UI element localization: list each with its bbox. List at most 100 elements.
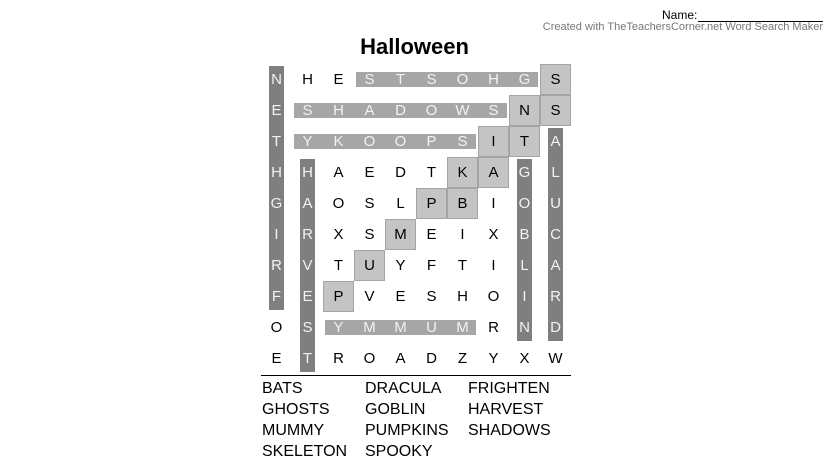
grid-letter[interactable]: T xyxy=(261,126,292,157)
grid-letter[interactable]: O xyxy=(416,95,447,126)
grid-letter[interactable]: M xyxy=(447,312,478,343)
grid-letter[interactable]: O xyxy=(261,312,292,343)
grid-letter[interactable]: V xyxy=(292,250,323,281)
grid-letter[interactable]: L xyxy=(509,250,540,281)
grid-letter[interactable]: F xyxy=(416,250,447,281)
grid-letter[interactable]: T xyxy=(509,126,540,157)
grid-letter[interactable]: S xyxy=(354,64,385,95)
grid-letter[interactable]: A xyxy=(478,157,509,188)
grid-letter[interactable]: X xyxy=(509,343,540,374)
grid-letter[interactable]: E xyxy=(354,157,385,188)
grid-letter[interactable]: F xyxy=(261,281,292,312)
grid-letter[interactable]: Y xyxy=(385,250,416,281)
grid-letter[interactable]: E xyxy=(416,219,447,250)
grid-letter[interactable]: S xyxy=(292,312,323,343)
grid-letter[interactable]: O xyxy=(354,343,385,374)
grid-letter[interactable]: R xyxy=(261,250,292,281)
grid-letter[interactable]: E xyxy=(261,95,292,126)
grid-letter[interactable]: S xyxy=(540,64,571,95)
grid-letter[interactable]: A xyxy=(540,126,571,157)
grid-letter[interactable]: U xyxy=(540,188,571,219)
grid-letter[interactable]: A xyxy=(540,250,571,281)
grid-letter[interactable]: G xyxy=(509,64,540,95)
grid-letter[interactable]: H xyxy=(447,281,478,312)
grid-letter[interactable]: R xyxy=(540,281,571,312)
grid-letter[interactable]: O xyxy=(478,281,509,312)
grid-letter[interactable]: S xyxy=(478,95,509,126)
grid-letter[interactable]: H xyxy=(478,64,509,95)
grid-letter[interactable]: D xyxy=(385,95,416,126)
grid-letter[interactable]: N xyxy=(261,64,292,95)
grid-letter[interactable]: I xyxy=(447,219,478,250)
grid-letter[interactable]: P xyxy=(416,188,447,219)
grid-letter[interactable]: S xyxy=(354,219,385,250)
grid-letter[interactable]: S xyxy=(540,95,571,126)
grid-letter[interactable]: O xyxy=(385,126,416,157)
grid-letter[interactable]: R xyxy=(323,343,354,374)
grid-letter[interactable]: I xyxy=(478,250,509,281)
grid-letter[interactable]: O xyxy=(354,126,385,157)
grid-letter[interactable]: X xyxy=(478,219,509,250)
grid-letter[interactable]: A xyxy=(385,343,416,374)
grid-letter[interactable]: M xyxy=(385,312,416,343)
grid-letter[interactable]: B xyxy=(447,188,478,219)
grid-letter[interactable]: V xyxy=(354,281,385,312)
grid-letter[interactable]: U xyxy=(416,312,447,343)
grid-letter[interactable]: C xyxy=(540,219,571,250)
grid-letter[interactable]: A xyxy=(292,188,323,219)
grid-letter[interactable]: W xyxy=(447,95,478,126)
grid-letter[interactable]: S xyxy=(416,64,447,95)
grid-letter[interactable]: D xyxy=(416,343,447,374)
grid-letter[interactable]: G xyxy=(509,157,540,188)
grid-letter[interactable]: Y xyxy=(478,343,509,374)
grid-letter[interactable]: R xyxy=(478,312,509,343)
grid-letter[interactable]: T xyxy=(385,64,416,95)
grid-letter[interactable]: I xyxy=(478,188,509,219)
grid-letter[interactable]: H xyxy=(292,64,323,95)
grid-letter[interactable]: T xyxy=(447,250,478,281)
grid-letter[interactable]: P xyxy=(323,281,354,312)
grid-letter[interactable]: E xyxy=(385,281,416,312)
grid-letter[interactable]: S xyxy=(447,126,478,157)
grid-letter[interactable]: L xyxy=(540,157,571,188)
grid-letter[interactable]: R xyxy=(292,219,323,250)
grid-letter[interactable]: S xyxy=(292,95,323,126)
grid-letter[interactable]: S xyxy=(416,281,447,312)
grid-letter[interactable]: M xyxy=(354,312,385,343)
grid-letter[interactable]: S xyxy=(354,188,385,219)
grid-letter[interactable]: I xyxy=(509,281,540,312)
grid-letter[interactable]: K xyxy=(447,157,478,188)
grid-letter[interactable]: L xyxy=(385,188,416,219)
grid-letter[interactable]: B xyxy=(509,219,540,250)
grid-letter[interactable]: O xyxy=(447,64,478,95)
grid-letter[interactable]: Z xyxy=(447,343,478,374)
grid-letter[interactable]: X xyxy=(323,219,354,250)
grid-letter[interactable]: W xyxy=(540,343,571,374)
grid-letter[interactable]: T xyxy=(323,250,354,281)
grid-letter[interactable]: K xyxy=(323,126,354,157)
grid-letter[interactable]: N xyxy=(509,312,540,343)
grid-letter[interactable]: Y xyxy=(292,126,323,157)
grid-letter[interactable]: N xyxy=(509,95,540,126)
grid-letter[interactable]: D xyxy=(540,312,571,343)
grid-letter[interactable]: H xyxy=(261,157,292,188)
grid-letter[interactable]: E xyxy=(292,281,323,312)
grid-letter[interactable]: H xyxy=(323,95,354,126)
grid-letter[interactable]: I xyxy=(261,219,292,250)
grid-letter[interactable]: A xyxy=(354,95,385,126)
grid-letter[interactable]: T xyxy=(416,157,447,188)
grid-letter[interactable]: T xyxy=(292,343,323,374)
grid-letter[interactable]: H xyxy=(292,157,323,188)
grid-letter[interactable]: I xyxy=(478,126,509,157)
grid-letter[interactable]: O xyxy=(323,188,354,219)
grid-letter[interactable]: M xyxy=(385,219,416,250)
grid-letter[interactable]: O xyxy=(509,188,540,219)
grid-letter[interactable]: G xyxy=(261,188,292,219)
grid-letter[interactable]: E xyxy=(323,64,354,95)
grid-letter[interactable]: P xyxy=(416,126,447,157)
grid-letter[interactable]: A xyxy=(323,157,354,188)
grid-letter[interactable]: E xyxy=(261,343,292,374)
grid-letter[interactable]: D xyxy=(385,157,416,188)
grid-letter[interactable]: Y xyxy=(323,312,354,343)
grid-letter[interactable]: U xyxy=(354,250,385,281)
